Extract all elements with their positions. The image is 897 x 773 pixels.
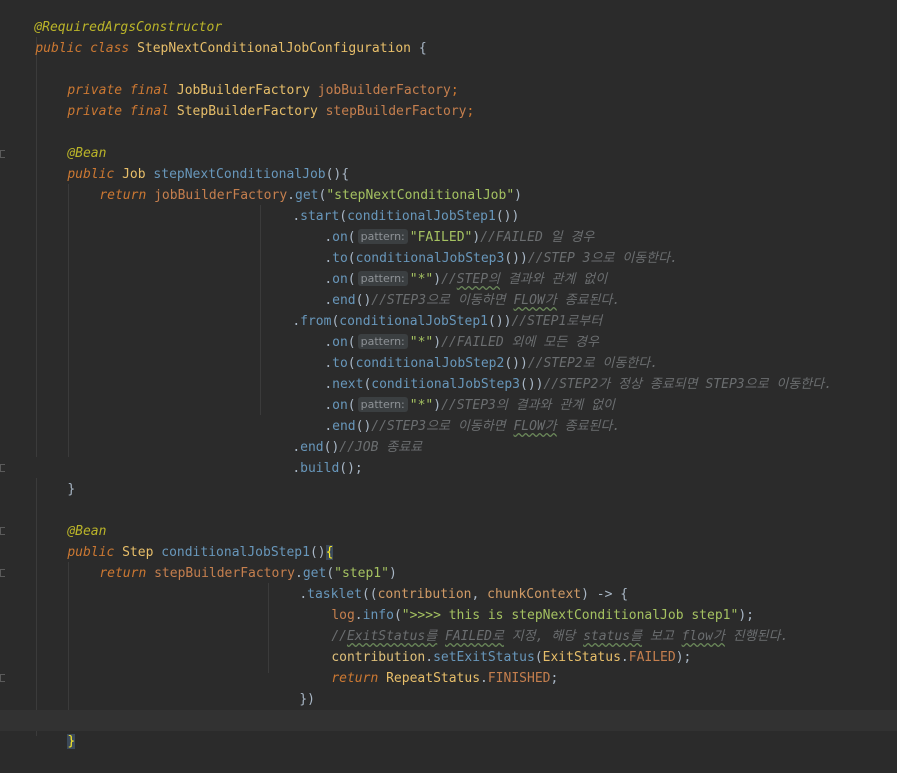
- code-line[interactable]: .on(pattern: "FAILED")//FAILED 일 경우: [293, 206, 897, 245]
- matched-brace: }: [67, 734, 76, 749]
- code-line[interactable]: return stepBuilderFactory.get("step1"): [68, 542, 897, 581]
- fold-marker[interactable]: [0, 150, 5, 158]
- code-line[interactable]: private final StepBuilderFactory stepBui…: [36, 80, 897, 119]
- code-line[interactable]: .from(conditionalJobStep1())//STEP1로부터: [261, 290, 897, 329]
- code-line[interactable]: .start(conditionalJobStep1()): [261, 185, 897, 224]
- code-line[interactable]: .build();: [268, 689, 897, 728]
- code-line[interactable]: .to(conditionalJobStep3())//STEP 3으로 이동한…: [293, 227, 897, 266]
- keyword: return: [99, 188, 155, 203]
- code-line[interactable]: @RequiredArgsConstructor: [3, 0, 897, 35]
- fold-marker[interactable]: [0, 464, 5, 472]
- fold-marker[interactable]: [0, 674, 5, 682]
- fold-marker[interactable]: [0, 527, 5, 535]
- code-editor[interactable]: @RequiredArgsConstructor public class St…: [0, 0, 897, 749]
- code-line[interactable]: log.info(">>>> this is stepNextCondition…: [300, 584, 897, 623]
- code-line[interactable]: public Step conditionalJobStep1(){: [36, 521, 897, 560]
- code-line-empty[interactable]: [4, 38, 897, 59]
- code-line[interactable]: .on(pattern: "*")//STEP의 결과와 관계 없이: [293, 248, 897, 287]
- fold-marker[interactable]: [0, 569, 5, 577]
- code-line-current[interactable]: }: [0, 710, 897, 749]
- code-line[interactable]: .to(conditionalJobStep2())//STEP2로 이동한다.: [293, 332, 897, 371]
- code-line[interactable]: }: [36, 458, 897, 497]
- code-line-empty[interactable]: [36, 479, 897, 500]
- code-line[interactable]: public class StepNextConditionalJobConfi…: [4, 17, 897, 56]
- code-line[interactable]: .end()//STEP3으로 이동하면 FLOW가 종료된다.: [293, 395, 897, 434]
- code-line-empty[interactable]: [36, 101, 897, 122]
- code-line[interactable]: .tasklet((contribution, chunkContext) ->…: [268, 563, 897, 602]
- code-line[interactable]: .end()//STEP3으로 이동하면 FLOW가 종료된다.: [293, 269, 897, 308]
- code-line[interactable]: .build();: [261, 437, 897, 476]
- code-line[interactable]: return jobBuilderFactory.get("stepNextCo…: [68, 164, 897, 203]
- code-line[interactable]: return RepeatStatus.FINISHED;: [300, 647, 897, 686]
- code-line[interactable]: .on(pattern: "*")//STEP3의 결과와 관계 없이: [293, 374, 897, 413]
- code-line[interactable]: .end()//JOB 종료료: [261, 416, 897, 455]
- code-line[interactable]: public Job stepNextConditionalJob(){: [36, 143, 897, 182]
- code-line[interactable]: @Bean: [36, 122, 897, 161]
- code-line[interactable]: .on(pattern: "*")//FAILED 외에 모든 경우: [293, 311, 897, 350]
- code-line[interactable]: .next(conditionalJobStep3())//STEP2가 정상 …: [293, 353, 897, 392]
- keyword: return: [99, 566, 155, 581]
- code-line[interactable]: //ExitStatus를 FAILED로 지정, 해당 status를 보고 …: [300, 605, 897, 644]
- code-line[interactable]: @Bean: [36, 500, 897, 539]
- code-line[interactable]: }): [268, 668, 897, 707]
- code-line[interactable]: private final JobBuilderFactory jobBuild…: [36, 59, 897, 98]
- code-line[interactable]: contribution.setExitStatus(ExitStatus.FA…: [300, 626, 897, 665]
